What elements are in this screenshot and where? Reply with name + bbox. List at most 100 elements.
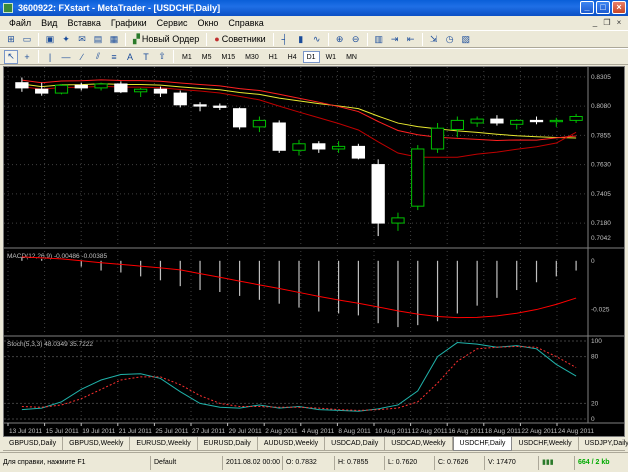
candle-body (351, 145, 366, 159)
status-datetime: 2011.08.02 00:00 (222, 455, 282, 470)
profiles-icon[interactable]: ▭ (20, 32, 34, 46)
trendline-icon[interactable]: ∕ (75, 50, 89, 64)
zoom-in-icon[interactable]: ⊕ (333, 32, 347, 46)
macd-tick-label: -0.025 (591, 307, 610, 314)
timeframe-m15[interactable]: M15 (217, 51, 239, 63)
menu-bar: Файл Вид Вставка Графики Сервис Окно Спр… (0, 16, 628, 30)
stoch-main-line (21, 342, 577, 412)
menu-tools[interactable]: Сервис (152, 16, 193, 30)
candle-body (371, 164, 385, 224)
horizontal-line-icon[interactable]: — (59, 50, 73, 64)
candle-body (114, 83, 128, 93)
chart-canvas[interactable]: 0.8305 0.8080 0.7855 0.7630 0.7405 0.7180 0.70… (4, 67, 624, 436)
timeframe-m5[interactable]: M5 (198, 51, 216, 63)
chart-window[interactable]: 0.8305 0.8080 0.7855 0.7630 0.7405 0.7180 0.70… (3, 66, 625, 437)
periods-icon[interactable]: ◷ (443, 32, 457, 46)
candle-body (569, 115, 583, 121)
price-tick-label: 0.7630 (591, 162, 611, 169)
tab-usdcad-weekly[interactable]: USDCAD,Weekly (385, 437, 453, 450)
date-tick-label: 29 Jul 2011 (229, 428, 263, 435)
tab-audusd-weekly[interactable]: AUDUSD,Weekly (258, 437, 326, 450)
price-tick-label: 0.8080 (591, 103, 611, 110)
tester-icon[interactable]: ▦ (107, 32, 121, 46)
mdi-close-button[interactable]: × (614, 18, 624, 28)
candle-body (54, 84, 69, 94)
tab-usdchf-weekly[interactable]: USDCHF,Weekly (512, 437, 579, 450)
mdi-minimize-button[interactable]: _ (590, 18, 600, 28)
timeframe-m30[interactable]: M30 (241, 51, 263, 63)
terminal-icon[interactable]: ▤ (91, 32, 105, 46)
timeframe-mn[interactable]: MN (342, 51, 361, 63)
timeframe-h1[interactable]: H1 (265, 51, 282, 63)
candle-body (529, 119, 544, 123)
new-chart-icon[interactable]: ⊞ (4, 32, 18, 46)
candle-body (292, 143, 306, 151)
timeframe-m1[interactable]: M1 (178, 51, 196, 63)
metatrader-window: 3600922: FXstart - MetaTrader - [USDCHF,… (0, 0, 628, 472)
menu-help[interactable]: Справка (223, 16, 268, 30)
indicators-icon[interactable]: ⇲ (427, 32, 441, 46)
date-tick-label: 18 Aug 2011 (485, 428, 521, 435)
tab-gbpusd-weekly[interactable]: GBPUSD,Weekly (63, 437, 131, 450)
templates-icon[interactable]: ▧ (459, 32, 473, 46)
status-bar: Для справки, нажмите F1 Default 2011.08.… (0, 452, 628, 472)
status-low: L: 0.7620 (384, 455, 434, 470)
connection-icon: ▮▮▮ (538, 455, 574, 470)
candle-body (450, 119, 464, 130)
crosshair-icon[interactable]: + (20, 50, 34, 64)
bar-chart-icon[interactable]: ┤ (278, 32, 292, 46)
minimize-button[interactable]: _ (580, 1, 594, 14)
text-icon[interactable]: A (123, 50, 137, 64)
market-watch-icon[interactable]: ▣ (43, 32, 57, 46)
menu-window[interactable]: Окно (193, 16, 224, 30)
menu-insert[interactable]: Вставка (62, 16, 105, 30)
data-window-icon[interactable]: ✦ (59, 32, 73, 46)
candle-body (134, 88, 148, 93)
stoch-label: Stoch(5,3,3) 48.0349 35.7222 (7, 341, 93, 348)
label-icon[interactable]: T (139, 50, 153, 64)
expert-advisors-button[interactable]: ● Советники (211, 32, 268, 47)
tab-eurusd-daily[interactable]: EURUSD,Daily (198, 437, 258, 450)
menu-view[interactable]: Вид (36, 16, 62, 30)
date-tick-label: 27 Jul 2011 (192, 428, 226, 435)
tab-usdcad-daily[interactable]: USDCAD,Daily (325, 437, 386, 450)
drawing-toolbar: ↖ + | — ∕ ⫽ ≡ A T ⇧ M1 M5 M15 M30 H1 H4 … (0, 48, 628, 65)
candle-body (74, 84, 88, 89)
tab-gbpusd-daily[interactable]: GBPUSD,Daily (3, 437, 64, 450)
zoom-out-icon[interactable]: ⊖ (349, 32, 363, 46)
candlestick-icon[interactable]: ▮ (294, 32, 308, 46)
line-chart-icon[interactable]: ∿ (310, 32, 324, 46)
timeframe-w1[interactable]: W1 (322, 51, 341, 63)
candle-body (430, 127, 445, 150)
tab-eurusd-weekly[interactable]: EURUSD,Weekly (130, 437, 198, 450)
candle-body (173, 92, 187, 106)
close-button[interactable]: × (612, 1, 626, 14)
fibonacci-icon[interactable]: ≡ (107, 50, 121, 64)
menu-charts[interactable]: Графики (106, 16, 152, 30)
standard-toolbar: ⊞ ▭ ▣ ✦ ✉ ▤ ▦ ▞ Новый Ордер ● Советники ┤ … (0, 30, 628, 48)
status-close: C: 0.7626 (434, 455, 484, 470)
mdi-restore-button[interactable]: ❐ (602, 18, 612, 28)
tab-usdchf-daily[interactable]: USDCHF,Daily (452, 437, 513, 451)
expert-advisors-icon: ● (214, 34, 220, 44)
autoscroll-icon[interactable]: ⇥ (388, 32, 402, 46)
maximize-button[interactable]: □ (596, 1, 610, 14)
timeframe-d1[interactable]: D1 (302, 50, 320, 63)
menu-file[interactable]: Файл (4, 16, 36, 30)
tile-windows-icon[interactable]: ▥ (372, 32, 386, 46)
price-tick-label: 0.7405 (591, 191, 611, 198)
price-tick-label: 0.7180 (591, 220, 611, 227)
date-tick-label: 24 Aug 2011 (558, 428, 594, 435)
new-order-button[interactable]: ▞ Новый Ордер (130, 32, 202, 47)
macd-tick-label: 0 (591, 258, 595, 265)
candle-body (331, 145, 346, 150)
arrows-icon[interactable]: ⇧ (155, 50, 169, 64)
channel-icon[interactable]: ⫽ (91, 50, 105, 64)
vertical-line-icon[interactable]: | (43, 50, 57, 64)
timeframe-h4[interactable]: H4 (284, 51, 301, 63)
moving-average-slow (21, 83, 577, 139)
chart-shift-icon[interactable]: ⇤ (404, 32, 418, 46)
cursor-icon[interactable]: ↖ (4, 49, 18, 64)
navigator-icon[interactable]: ✉ (75, 32, 89, 46)
tab-usdjpy-daily[interactable]: USDJPY,Daily (579, 437, 628, 450)
